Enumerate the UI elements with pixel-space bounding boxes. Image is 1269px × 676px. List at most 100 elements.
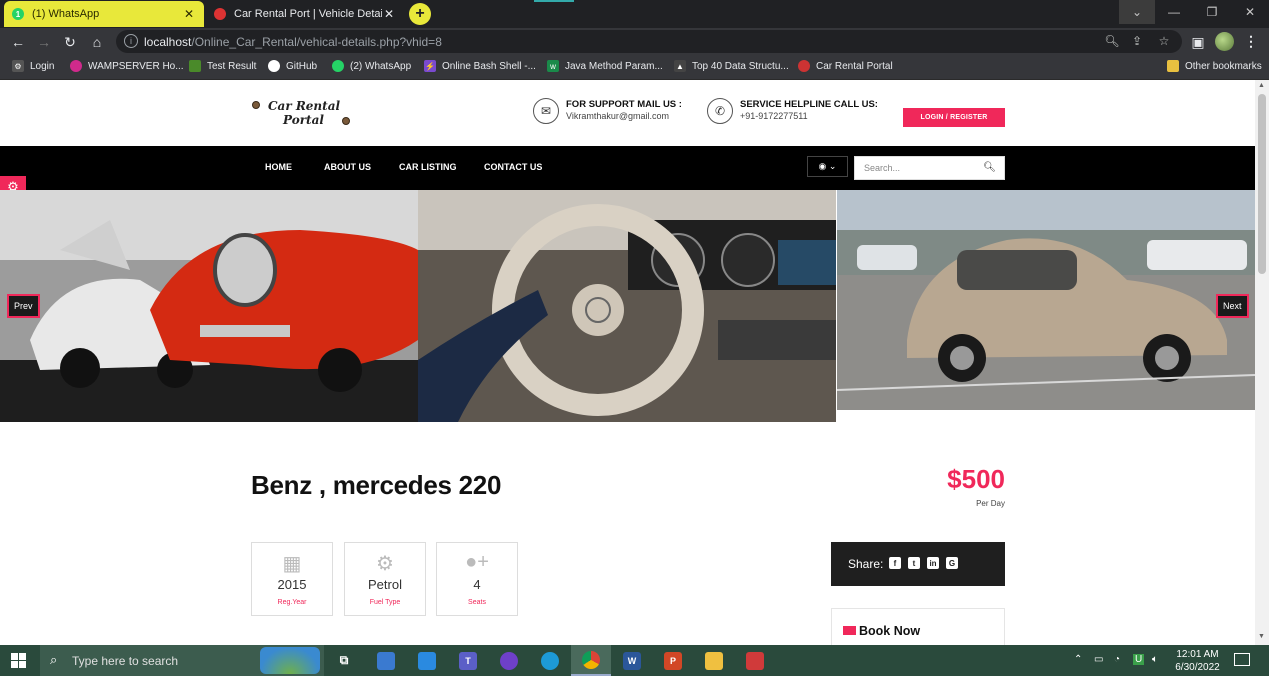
- support-email: Vikramthakur@gmail.com: [566, 111, 669, 121]
- teams-icon[interactable]: T: [448, 645, 488, 676]
- nav-contact-us[interactable]: CONTACT US: [484, 162, 542, 172]
- chrome-icon[interactable]: [571, 645, 611, 676]
- restore-icon[interactable]: ❐: [1194, 0, 1230, 24]
- taskbar-search[interactable]: ⌕ Type here to search: [40, 645, 324, 676]
- user-circle-icon: ◉: [818, 161, 827, 171]
- mail-icon: ✉: [533, 98, 559, 124]
- scroll-up-icon[interactable]: ▲: [1258, 82, 1265, 89]
- feature-fuel-type: ⚙ Petrol Fuel Type: [344, 542, 426, 616]
- home-icon[interactable]: ⌂: [87, 32, 107, 52]
- tab-car-rental[interactable]: Car Rental Port | Vehicle Details ✕: [206, 1, 404, 27]
- slider-image-beetle: [837, 190, 1255, 410]
- slider-next-button[interactable]: Next: [1216, 294, 1249, 318]
- reload-icon[interactable]: ↻: [60, 32, 80, 52]
- nav-about-us[interactable]: ABOUT US: [324, 162, 371, 172]
- cogs-icon: ⚙: [376, 553, 394, 575]
- login-register-button[interactable]: LOGIN / REGISTER: [903, 108, 1005, 127]
- bookmark-login[interactable]: ⚙ Login: [12, 60, 54, 72]
- share-icon[interactable]: ⇪: [1129, 34, 1145, 48]
- logo-text-line2: Portal: [283, 113, 324, 127]
- menu-kebab-icon[interactable]: ⋮: [1244, 33, 1258, 50]
- facebook-icon[interactable]: f: [889, 557, 901, 569]
- wamp-icon: [70, 60, 82, 72]
- tray-chevron-icon[interactable]: ⌃: [1074, 654, 1082, 665]
- bookmark-test-result[interactable]: Test Result: [189, 60, 256, 72]
- wifi-icon[interactable]: ◔: [1114, 654, 1120, 665]
- close-tab-icon[interactable]: ✕: [182, 7, 196, 21]
- whatsapp-icon: [332, 60, 344, 72]
- w-icon: w: [547, 60, 559, 72]
- other-bookmarks[interactable]: Other bookmarks: [1167, 60, 1262, 72]
- bookmark-car-rental[interactable]: Car Rental Portal: [798, 60, 893, 72]
- user-dropdown[interactable]: ◉ ⌄: [807, 156, 848, 177]
- twitter-icon[interactable]: t: [908, 557, 920, 569]
- wheel-icon: [252, 101, 260, 109]
- site-search: 🔍︎: [854, 156, 1005, 180]
- tab-whatsapp[interactable]: 1 (1) WhatsApp ✕: [4, 1, 204, 27]
- side-panel-icon[interactable]: ▣: [1188, 32, 1208, 52]
- scroll-down-icon[interactable]: ▼: [1258, 633, 1265, 640]
- browser-toolbar: ← → ↻ ⌂ i localhost/Online_Car_Rental/ve…: [0, 28, 1269, 55]
- folder-icon: [1167, 60, 1179, 72]
- file-explorer-icon[interactable]: [694, 645, 734, 676]
- site-logo[interactable]: Car Rental Portal: [250, 98, 355, 128]
- edge-icon[interactable]: [530, 645, 570, 676]
- bookmark-github[interactable]: GitHub: [268, 60, 317, 72]
- search-icon[interactable]: 🔍︎: [983, 162, 996, 173]
- tab-title: Car Rental Port | Vehicle Details: [234, 8, 382, 20]
- windows-start-icon[interactable]: [11, 653, 26, 668]
- leaf-icon: [189, 60, 201, 72]
- back-icon[interactable]: ←: [8, 32, 28, 52]
- search-input[interactable]: [855, 157, 983, 179]
- close-tab-icon[interactable]: ✕: [382, 7, 396, 21]
- gear-icon: ⚙: [12, 60, 24, 72]
- linkedin-icon[interactable]: in: [927, 557, 939, 569]
- share-label: Share:: [848, 557, 884, 571]
- bookmark-wampserver[interactable]: WAMPSERVER Ho...: [70, 60, 184, 72]
- envelope-icon: [843, 626, 856, 635]
- car-icon: [798, 60, 810, 72]
- word-icon[interactable]: W: [612, 645, 652, 676]
- nav-car-listing[interactable]: CAR LISTING: [399, 162, 457, 172]
- system-clock[interactable]: 12:01 AM 6/30/2022: [1170, 648, 1225, 674]
- battery-icon[interactable]: ▭: [1094, 654, 1103, 665]
- snip-tool-icon[interactable]: [735, 645, 775, 676]
- scrollbar-thumb[interactable]: [1258, 94, 1266, 274]
- address-bar[interactable]: i localhost/Online_Car_Rental/vehical-de…: [116, 30, 1182, 53]
- tab-search-chevron-icon[interactable]: ⌄: [1119, 0, 1155, 24]
- clock-date: 6/30/2022: [1175, 662, 1220, 673]
- task-view-icon[interactable]: ⧉: [324, 645, 364, 676]
- bookmark-data-structures[interactable]: ▲ Top 40 Data Structu...: [674, 60, 789, 72]
- logo-text-line1: Car Rental: [268, 99, 341, 113]
- new-tab-button[interactable]: +: [409, 3, 431, 25]
- search-highlight-image: [260, 647, 320, 674]
- search-icon: ⌕: [50, 652, 58, 667]
- page-scrollbar[interactable]: ▲ ▼: [1255, 80, 1269, 645]
- slider-prev-button[interactable]: Prev: [7, 294, 40, 318]
- profile-avatar[interactable]: [1215, 32, 1234, 51]
- app-tray-icon[interactable]: U: [1133, 654, 1145, 665]
- notification-icon[interactable]: [1234, 653, 1250, 666]
- bookmarks-bar: ⚙ Login WAMPSERVER Ho... Test Result GitH…: [0, 55, 1269, 80]
- bookmark-whatsapp[interactable]: (2) WhatsApp: [332, 60, 411, 72]
- devtools-icon[interactable]: [407, 645, 447, 676]
- chevron-down-icon: ⌄: [828, 161, 837, 171]
- store-icon[interactable]: [366, 645, 406, 676]
- bookmark-java-method[interactable]: w Java Method Param...: [547, 60, 663, 72]
- volume-icon[interactable]: 🔈︎: [1152, 654, 1158, 665]
- feature-label: Seats: [468, 599, 486, 606]
- google-plus-icon[interactable]: G: [946, 557, 958, 569]
- site-info-icon[interactable]: i: [124, 34, 138, 48]
- taskbar-search-placeholder: Type here to search: [72, 654, 179, 668]
- minimize-icon[interactable]: —: [1156, 0, 1192, 24]
- close-window-icon[interactable]: ✕: [1232, 0, 1268, 24]
- bookmark-bash-shell[interactable]: ⚡ Online Bash Shell -...: [424, 60, 536, 72]
- feature-label: Fuel Type: [369, 599, 401, 606]
- powerpoint-icon[interactable]: P: [653, 645, 693, 676]
- github-desktop-icon[interactable]: [489, 645, 529, 676]
- zoom-icon[interactable]: 🔍︎: [1104, 34, 1120, 48]
- forward-icon[interactable]: →: [34, 32, 54, 52]
- bookmark-star-icon[interactable]: ☆: [1156, 34, 1172, 48]
- feature-value: Petrol: [368, 577, 402, 592]
- nav-home[interactable]: HOME: [265, 162, 292, 172]
